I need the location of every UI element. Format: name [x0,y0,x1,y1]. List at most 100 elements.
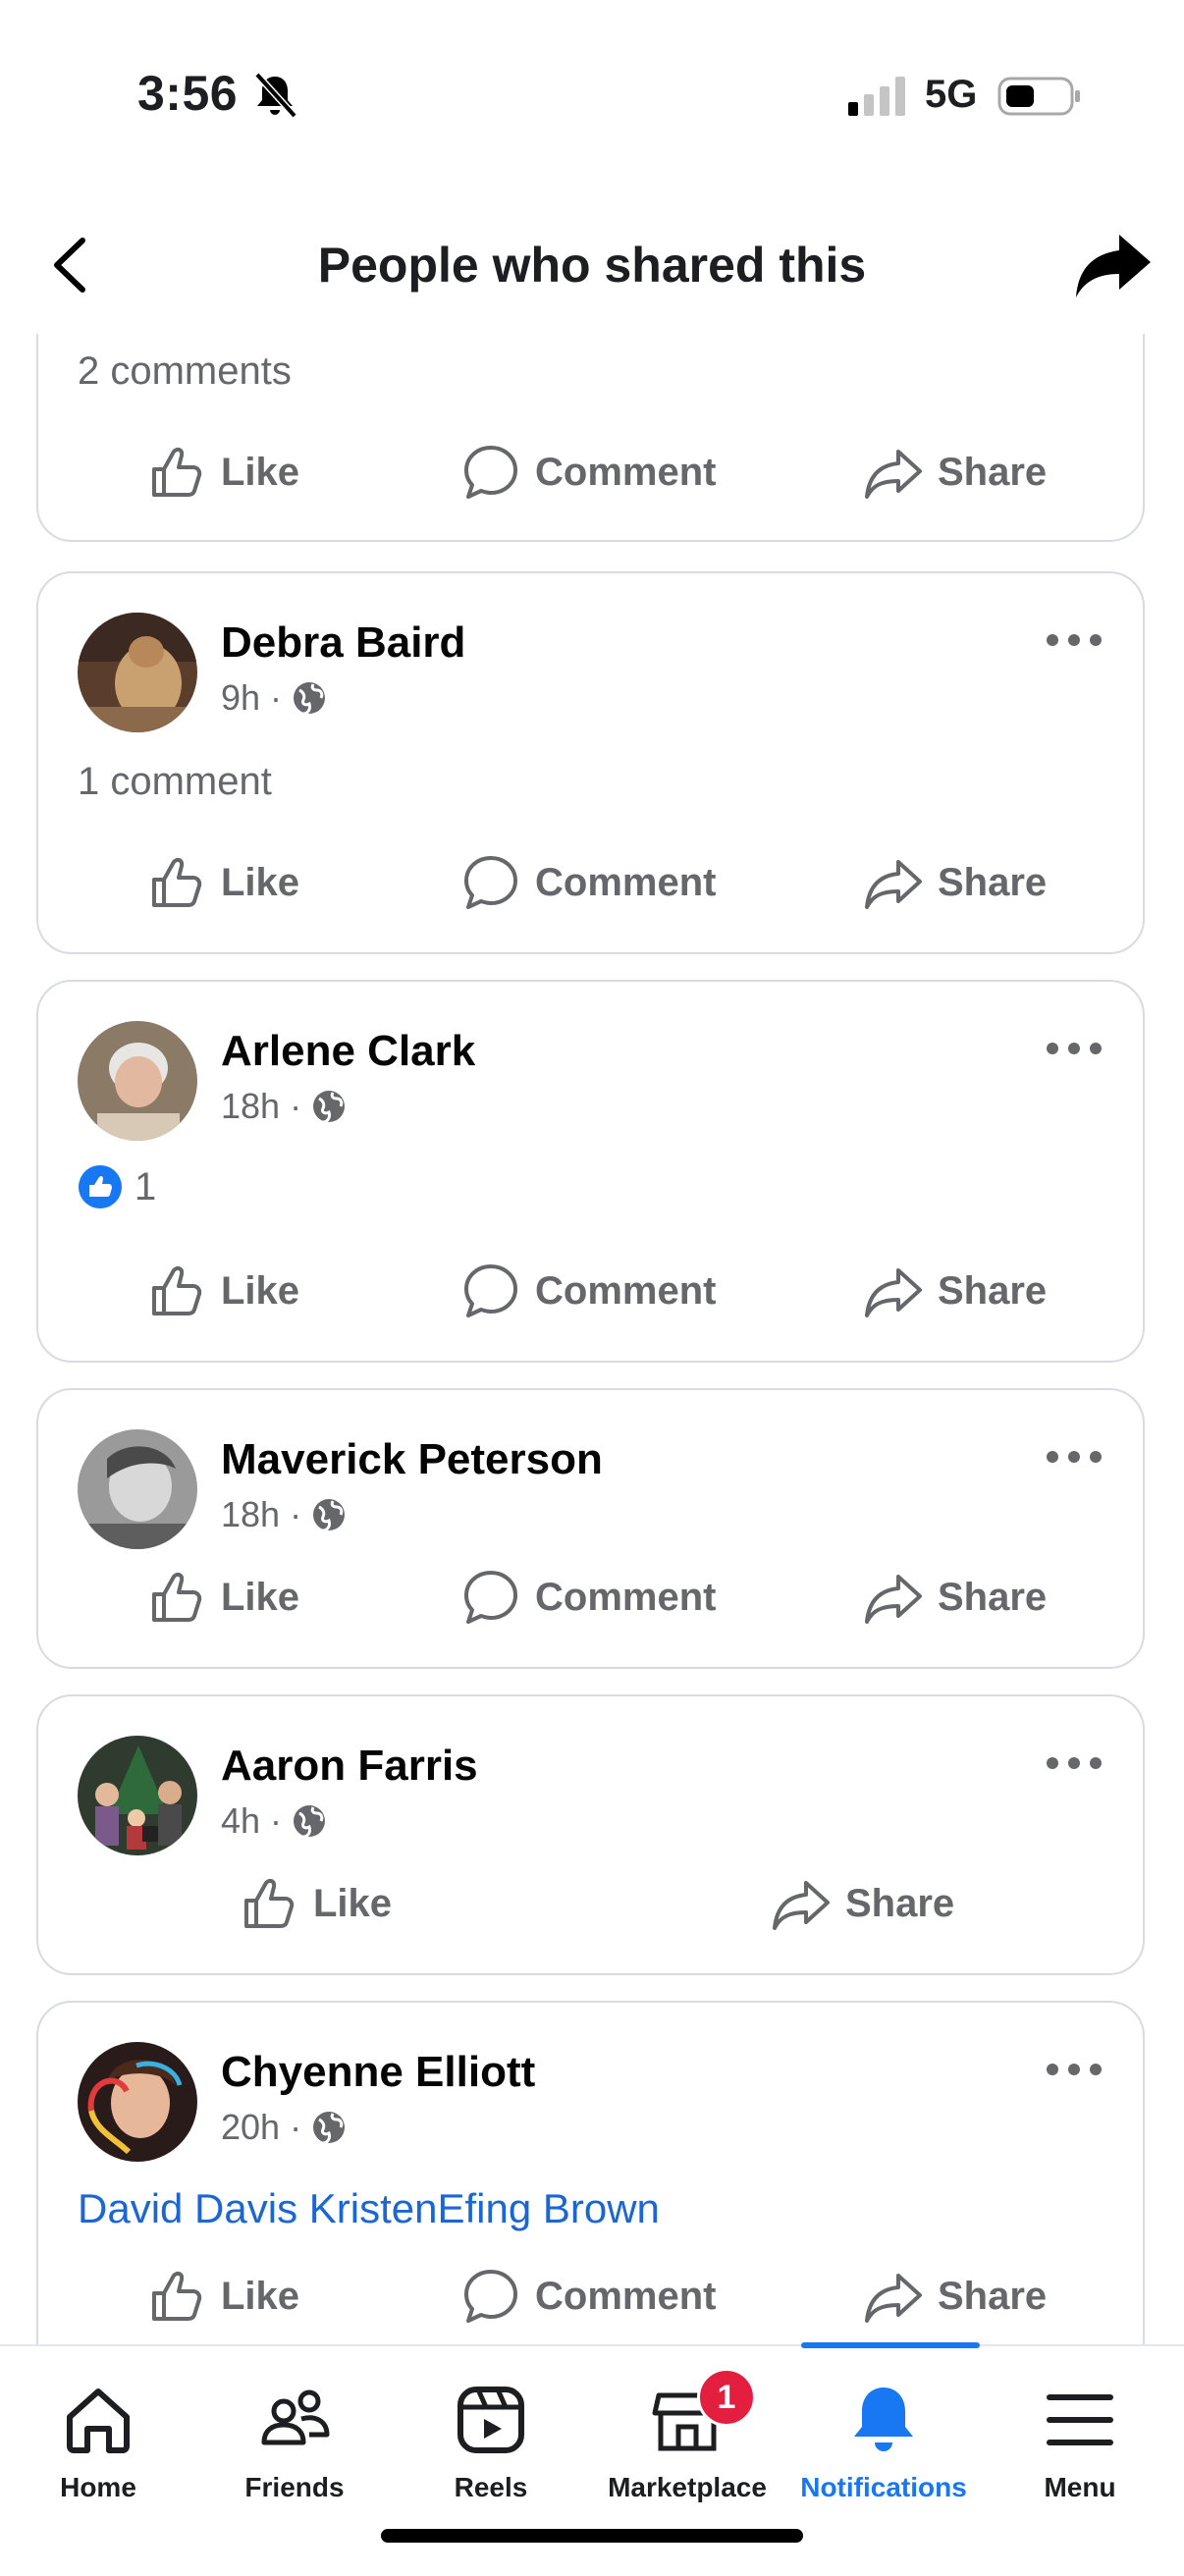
nav-home[interactable]: Home [0,2346,196,2503]
nav-reels[interactable]: Reels [393,2346,589,2503]
post-meta: 18h · [221,1494,347,1535]
more-options-icon[interactable] [1045,1447,1103,1467]
avatar[interactable] [78,1736,197,1855]
poster-name[interactable]: Aaron Farris [221,1742,478,1791]
post-actions: Like Comment Share [38,2266,1143,2344]
poster-name[interactable]: Chyenne Elliott [221,2048,535,2097]
avatar[interactable] [78,1021,197,1141]
share-label: Share [938,1575,1048,1619]
like-button[interactable]: Like [146,1261,299,1321]
poster-name[interactable]: Maverick Peterson [221,1435,603,1484]
post-card-partial: 2 comments Like Comment Share [36,334,1145,542]
meta-separator: · [290,2107,302,2147]
poster-name[interactable]: Debra Baird [221,618,465,668]
comment-button[interactable]: Comment [460,1567,716,1628]
reaction-summary[interactable]: 1 [78,1164,156,1209]
nav-marketplace[interactable]: Marketplace 1 [589,2346,785,2503]
share-label: Share [938,860,1048,904]
meta-separator: · [270,1800,283,1841]
tagged-names-link[interactable]: David Davis KristenEfing Brown [78,2185,660,2232]
globe-icon [313,1499,346,1532]
like-button[interactable]: Like [146,1567,299,1628]
post-time[interactable]: 9h [221,677,260,719]
bell-icon [854,2388,913,2451]
share-label: Share [845,1881,955,1925]
post-time[interactable]: 4h [221,1800,260,1842]
battery-icon [997,77,1080,116]
share-label: Share [938,2274,1048,2318]
post-actions: Like Comment Share [38,1261,1143,1339]
post-meta: 9h · [221,677,327,719]
avatar-photo [78,1021,197,1141]
nav-friends[interactable]: Friends [196,2346,393,2503]
comment-button[interactable]: Comment [460,852,716,913]
like-label: Like [221,1575,300,1619]
share-button[interactable]: Share [863,852,1047,913]
comment-label: Comment [535,1268,717,1313]
meta-separator: · [290,1086,302,1126]
globe-icon [294,1805,326,1839]
like-button[interactable]: Like [146,442,299,503]
share-icon [865,860,922,909]
nav-label: Reels [454,2472,528,2502]
network-label: 5G [925,73,978,116]
like-button[interactable]: Like [239,1873,392,1934]
share-icon [865,450,922,499]
post-time[interactable]: 18h [221,1494,280,1535]
globe-icon [313,2112,346,2145]
comment-button[interactable]: Comment [460,442,716,503]
status-time: 3:56 [137,66,239,121]
nav-notifications[interactable]: Notifications [785,2346,982,2503]
home-icon [67,2388,130,2453]
post-actions: Like Comment Share [38,1567,1143,1645]
like-reaction-icon [79,1165,122,1208]
poster-name[interactable]: Arlene Clark [221,1027,475,1076]
shares-feed[interactable]: 2 comments Like Comment Share Debra Bair… [0,334,1184,2344]
like-label: Like [221,450,300,494]
more-options-icon[interactable] [1045,2060,1103,2079]
home-indicator[interactable] [381,2529,803,2543]
share-button[interactable]: Share [771,1873,954,1934]
share-icon [865,2274,922,2323]
meta-separator: · [270,677,283,718]
post-actions: Like Share [38,1873,1143,1952]
like-icon [152,1265,202,1315]
comments-count[interactable]: 2 comments [78,349,292,394]
post-card: Maverick Peterson 18h · Like Comment Sha… [36,1388,1145,1669]
comment-button[interactable]: Comment [460,2266,716,2327]
nav-label: Marketplace [608,2472,767,2502]
comments-count[interactable]: 1 comment [78,760,272,804]
more-options-icon[interactable] [1045,1039,1103,1058]
like-button[interactable]: Like [146,852,299,913]
nav-label: Notifications [800,2472,967,2502]
like-icon [152,447,202,497]
comment-label: Comment [535,2274,717,2318]
nav-label: Friends [244,2472,345,2502]
share-arrow-icon[interactable] [1074,227,1153,305]
more-options-icon[interactable] [1045,630,1103,650]
post-time[interactable]: 18h [221,1086,280,1127]
share-button[interactable]: Share [863,442,1047,503]
reaction-count: 1 [135,1164,157,1208]
like-button[interactable]: Like [146,2266,299,2327]
avatar[interactable] [78,1429,197,1549]
share-button[interactable]: Share [863,2266,1047,2327]
more-options-icon[interactable] [1045,1753,1103,1773]
friends-icon [261,2389,330,2445]
share-icon [773,1881,830,1930]
share-button[interactable]: Share [863,1567,1047,1628]
comment-icon [464,1264,517,1317]
comment-button[interactable]: Comment [460,1261,716,1321]
post-meta: 18h · [221,1086,347,1127]
reels-icon [457,2387,524,2453]
post-time[interactable]: 20h [221,2107,280,2148]
share-button[interactable]: Share [863,1261,1047,1321]
globe-icon [313,1091,346,1124]
avatar[interactable] [78,613,197,732]
post-actions: Like Comment Share [38,852,1143,931]
avatar[interactable] [78,2042,197,2162]
page-title: People who shared this [317,238,867,293]
nav-menu[interactable]: Menu [982,2346,1178,2503]
post-card: Chyenne Elliott 20h · David Davis Kriste… [36,2001,1145,2344]
post-meta: 20h · [221,2107,347,2148]
